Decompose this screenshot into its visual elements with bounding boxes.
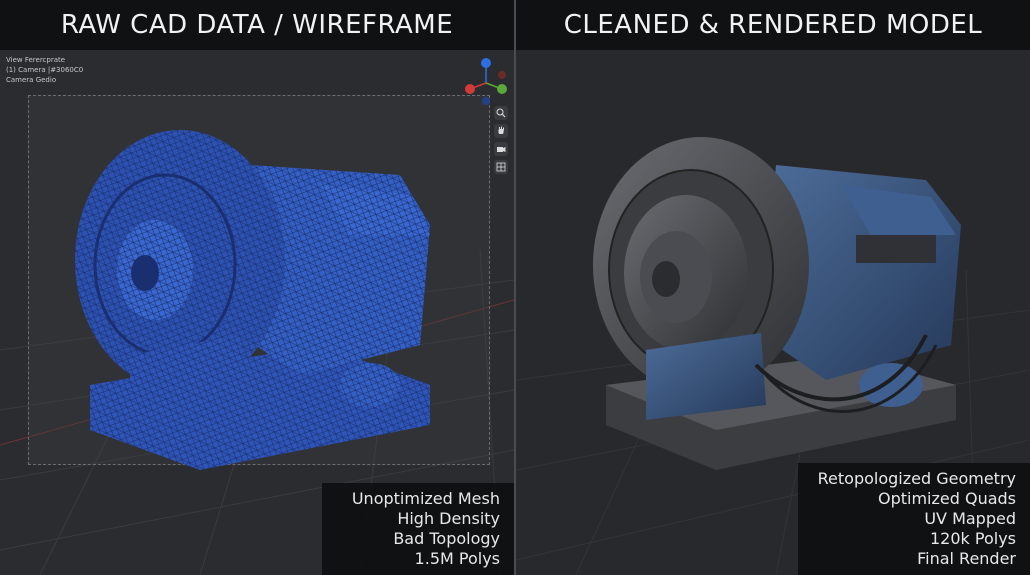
wireframe-panel-header: RAW CAD DATA / WIREFRAME — [0, 0, 514, 50]
caption-line: Unoptimized Mesh — [351, 489, 500, 508]
wireframe-engine-mesh — [75, 130, 430, 470]
wireframe-panel-title: RAW CAD DATA / WIREFRAME — [60, 10, 454, 40]
rendered-panel: CLEANED & RENDERED MODEL Retopologized G… — [516, 0, 1030, 575]
caption-line: 120k Polys — [929, 529, 1016, 548]
wireframe-stats-caption: Unoptimized Mesh High Density Bad Topolo… — [322, 483, 514, 575]
rendered-panel-header: CLEANED & RENDERED MODEL — [516, 0, 1030, 50]
caption-line: Bad Topology — [393, 529, 500, 548]
rendered-panel-title: CLEANED & RENDERED MODEL — [563, 10, 983, 40]
viewport-info-line: (1) Camera |#3060C0 — [6, 66, 84, 74]
wireframe-panel: RAW CAD DATA / WIREFRAME View Ferercprat… — [0, 0, 514, 575]
3d-viewport[interactable]: View Ferercprate (1) Camera |#3060C0 Cam… — [0, 50, 514, 575]
viewport-info: View Ferercprate (1) Camera |#3060C0 Cam… — [6, 55, 83, 85]
caption-line: Retopologized Geometry — [817, 469, 1016, 488]
viewport-info-line: View Ferercprate — [6, 56, 66, 64]
caption-line: High Density — [397, 509, 500, 528]
navigation-gizmo[interactable] — [462, 55, 510, 107]
hand-pan-icon[interactable] — [494, 124, 508, 138]
grid-view-icon[interactable] — [494, 160, 508, 174]
viewport-toolbar — [494, 106, 510, 174]
caption-line: Final Render — [917, 549, 1016, 568]
rendered-engine-model — [593, 137, 961, 470]
render-stats-caption: Retopologized Geometry Optimized Quads U… — [798, 463, 1030, 575]
caption-line: Optimized Quads — [877, 489, 1016, 508]
caption-line: UV Mapped — [924, 509, 1016, 528]
render-view: Retopologized Geometry Optimized Quads U… — [516, 50, 1030, 575]
viewport-info-line: Camera Gedio — [6, 76, 57, 84]
camera-icon[interactable] — [494, 142, 508, 156]
zoom-icon[interactable] — [494, 106, 508, 120]
caption-line: 1.5M Polys — [414, 549, 500, 568]
